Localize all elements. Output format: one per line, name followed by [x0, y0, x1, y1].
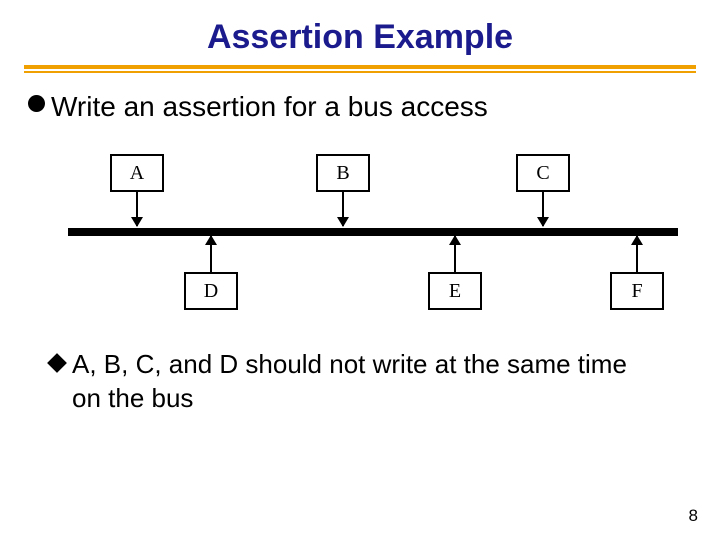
arrow-b: [342, 192, 344, 226]
node-d: D: [184, 272, 238, 310]
node-b-label: B: [336, 162, 349, 185]
arrow-d: [210, 236, 212, 272]
node-f: F: [610, 272, 664, 310]
arrow-c: [542, 192, 544, 226]
slide: Assertion Example Write an assertion for…: [0, 0, 720, 540]
node-e-label: E: [449, 280, 461, 303]
node-f-label: F: [631, 280, 642, 303]
bullet-1-text: Write an assertion for a bus access: [51, 89, 488, 124]
bullet-2-line-1: A, B, C, and D should not write at the s…: [72, 348, 627, 382]
node-b: B: [316, 154, 370, 192]
node-c: C: [516, 154, 570, 192]
node-a: A: [110, 154, 164, 192]
node-e: E: [428, 272, 482, 310]
title-underline: [24, 65, 696, 73]
arrow-f: [636, 236, 638, 272]
bullet-level-2: A, B, C, and D should not write at the s…: [28, 348, 692, 416]
bullet-level-1: Write an assertion for a bus access: [28, 89, 692, 124]
bus-line: [68, 228, 678, 236]
node-d-label: D: [204, 280, 218, 303]
page-number: 8: [689, 506, 698, 526]
node-a-label: A: [130, 162, 144, 185]
bus-diagram: A B C D E F: [68, 150, 678, 320]
bullet-disc-icon: [28, 95, 45, 112]
arrow-a: [136, 192, 138, 226]
slide-title: Assertion Example: [28, 18, 692, 65]
arrow-e: [454, 236, 456, 272]
bullet-diamond-icon: [47, 353, 67, 373]
node-c-label: C: [536, 162, 549, 185]
bullet-2-line-2: on the bus: [72, 382, 692, 416]
bullet-2-row: A, B, C, and D should not write at the s…: [28, 348, 692, 382]
